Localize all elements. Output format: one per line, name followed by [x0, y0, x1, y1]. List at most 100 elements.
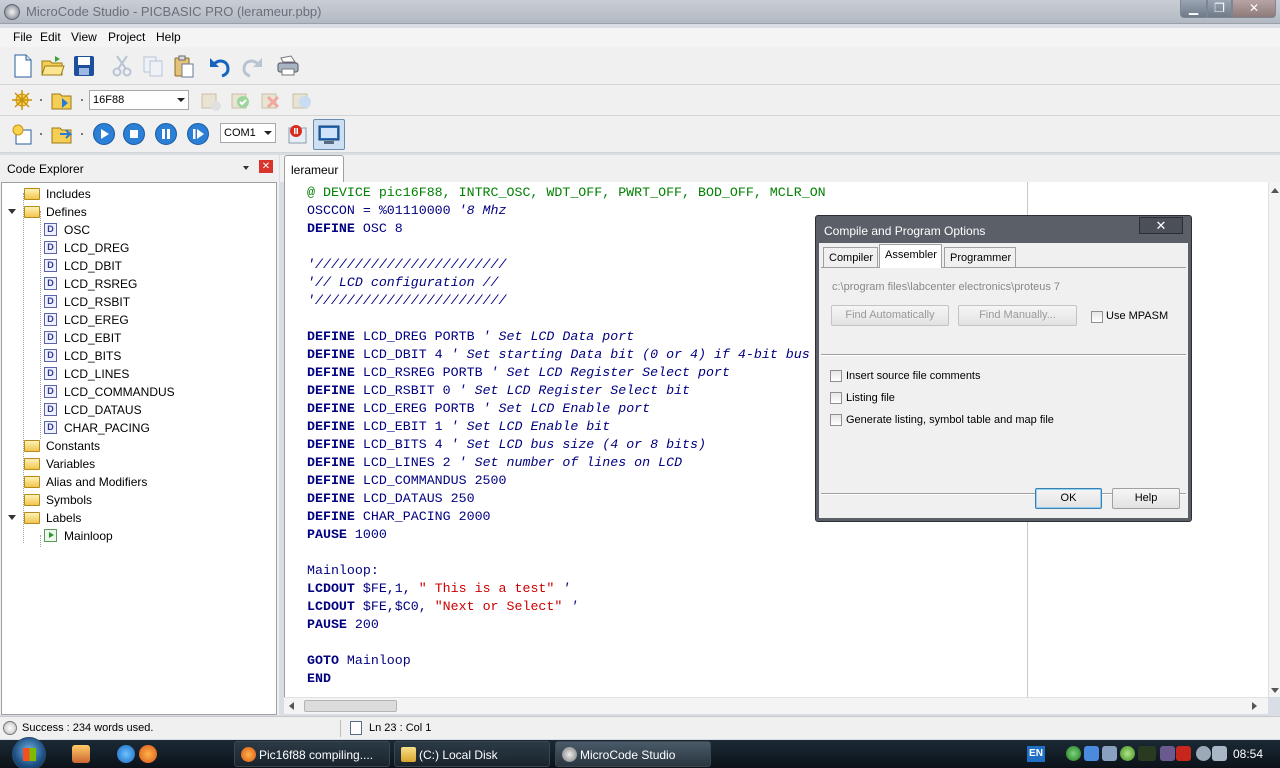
code-line[interactable]: DEFINE LCD_DREG PORTB ' Set LCD Data por…	[307, 328, 826, 346]
firefox-icon[interactable]	[139, 745, 157, 763]
taskbar-item-local-disk[interactable]: (C:) Local Disk	[394, 741, 550, 767]
language-indicator[interactable]: EN	[1027, 746, 1045, 762]
show-desktop-icon[interactable]	[72, 745, 90, 763]
scroll-down-icon[interactable]	[1271, 688, 1279, 693]
menu-help[interactable]: Help	[156, 30, 181, 44]
icd-stop-icon[interactable]	[286, 122, 310, 146]
tab-compiler[interactable]: Compiler	[823, 247, 879, 267]
close-window-button[interactable]: ✕	[1232, 0, 1276, 18]
close-panel-button[interactable]: ✕	[259, 160, 273, 173]
source-comments-checkbox[interactable]	[830, 370, 842, 382]
help-button[interactable]: Help	[1112, 488, 1180, 509]
menu-project[interactable]: Project	[108, 30, 145, 44]
code-line[interactable]: Mainloop:	[307, 562, 826, 580]
taskbar-item-firefox[interactable]: Pic16f88 compiling....	[234, 741, 390, 767]
find-automatically-button[interactable]: Find Automatically	[831, 305, 949, 326]
code-line[interactable]	[307, 238, 826, 256]
code-line[interactable]: LCDOUT $FE,1, " This is a test" '	[307, 580, 826, 598]
utorrent-icon[interactable]	[1066, 746, 1081, 761]
program-icon[interactable]	[259, 89, 283, 113]
code-line[interactable]: '// LCD configuration //	[307, 274, 826, 292]
new-project-icon[interactable]	[10, 88, 34, 112]
minimize-button[interactable]: ▁	[1180, 0, 1207, 18]
internet-explorer-icon[interactable]	[117, 745, 135, 763]
code-line[interactable]: GOTO Mainloop	[307, 652, 826, 670]
find-manually-button[interactable]: Find Manually...	[958, 305, 1077, 326]
ok-button[interactable]: OK	[1035, 488, 1102, 509]
code-line[interactable]	[307, 634, 826, 652]
stop-icon[interactable]	[122, 122, 146, 146]
run-icon[interactable]	[92, 122, 116, 146]
tab-assembler[interactable]: Assembler	[879, 244, 942, 268]
code-line[interactable]: DEFINE OSC 8	[307, 220, 826, 238]
code-line[interactable]: DEFINE CHAR_PACING 2000	[307, 508, 826, 526]
paste-icon[interactable]	[172, 54, 196, 78]
code-line[interactable]: '////////////////////////	[307, 292, 826, 310]
code-line[interactable]: DEFINE LCD_EBIT 1 ' Set LCD Enable bit	[307, 418, 826, 436]
code-line[interactable]: PAUSE 1000	[307, 526, 826, 544]
menu-file[interactable]: File	[13, 30, 32, 44]
icd-toggle-button[interactable]	[313, 119, 345, 150]
listing-file-checkbox[interactable]	[830, 392, 842, 404]
scroll-up-icon[interactable]	[1271, 188, 1279, 193]
redo-icon[interactable]	[240, 54, 264, 78]
volume-icon[interactable]	[1212, 746, 1227, 761]
code-line[interactable]: '////////////////////////	[307, 256, 826, 274]
tab-lerameur[interactable]: lerameur	[284, 155, 344, 182]
scroll-right-icon[interactable]	[1252, 702, 1257, 710]
code-line[interactable]: OSCCON = %01110000 '8 Mhz	[307, 202, 826, 220]
open-folder-icon[interactable]	[41, 54, 65, 78]
tab-programmer[interactable]: Programmer	[944, 247, 1017, 267]
vertical-scrollbar[interactable]	[1268, 182, 1280, 697]
cut-icon[interactable]	[110, 54, 134, 78]
tray-icon[interactable]	[1160, 746, 1175, 761]
code-line[interactable]: DEFINE LCD_EREG PORTB ' Set LCD Enable p…	[307, 400, 826, 418]
cpu-speed-icon[interactable]	[1138, 746, 1156, 761]
gear-icon[interactable]	[1120, 746, 1135, 761]
open-project-icon[interactable]	[50, 88, 74, 112]
menu-edit[interactable]: Edit	[40, 30, 61, 44]
undo-icon[interactable]	[208, 54, 232, 78]
code-line[interactable]: DEFINE LCD_LINES 2 ' Set number of lines…	[307, 454, 826, 472]
new-project-icon[interactable]	[10, 122, 34, 146]
verify-icon[interactable]	[290, 89, 314, 113]
code-line[interactable]: @ DEVICE pic16F88, INTRC_OSC, WDT_OFF, P…	[307, 184, 826, 202]
scroll-left-icon[interactable]	[289, 702, 294, 710]
maximize-button[interactable]: ❐	[1207, 0, 1232, 18]
code-line[interactable]: DEFINE LCD_DBIT 4 ' Set starting Data bi…	[307, 346, 826, 364]
new-file-icon[interactable]	[11, 54, 35, 78]
code-line[interactable]	[307, 310, 826, 328]
dialog-close-button[interactable]: ✕	[1139, 217, 1183, 234]
tray-icon[interactable]	[1084, 746, 1099, 761]
scroll-thumb[interactable]	[304, 700, 397, 712]
code-line[interactable]: DEFINE LCD_RSREG PORTB ' Set LCD Registe…	[307, 364, 826, 382]
code-line[interactable]: END	[307, 670, 826, 688]
load-icon[interactable]	[50, 122, 74, 146]
start-button[interactable]	[12, 737, 46, 768]
code-line[interactable]: DEFINE LCD_COMMANDUS 2500	[307, 472, 826, 490]
com-port-select[interactable]: COM1	[220, 123, 276, 143]
expand-icon[interactable]	[8, 209, 16, 214]
print-icon[interactable]	[276, 54, 300, 78]
horizontal-scrollbar[interactable]	[284, 697, 1268, 714]
save-icon[interactable]	[72, 54, 96, 78]
chevron-down-icon[interactable]	[243, 166, 249, 170]
taskbar-item-microcode[interactable]: MicroCode Studio	[555, 741, 711, 767]
code-line[interactable]: DEFINE LCD_RSBIT 0 ' Set LCD Register Se…	[307, 382, 826, 400]
use-mpasm-checkbox[interactable]	[1091, 311, 1103, 323]
expand-icon[interactable]	[8, 515, 16, 520]
network-icon[interactable]	[1196, 746, 1211, 761]
generate-listing-checkbox[interactable]	[830, 414, 842, 426]
menu-view[interactable]: View	[71, 30, 97, 44]
code-line[interactable]	[307, 544, 826, 562]
pause-icon[interactable]	[154, 122, 178, 146]
code-text[interactable]: @ DEVICE pic16F88, INTRC_OSC, WDT_OFF, P…	[307, 184, 826, 688]
step-icon[interactable]	[186, 122, 210, 146]
copy-icon[interactable]	[141, 54, 165, 78]
code-line[interactable]: LCDOUT $FE,$C0, "Next or Select" '	[307, 598, 826, 616]
compile-icon[interactable]	[199, 89, 223, 113]
code-line[interactable]: PAUSE 200	[307, 616, 826, 634]
compile-program-icon[interactable]	[229, 89, 253, 113]
ati-icon[interactable]	[1176, 746, 1191, 761]
code-line[interactable]: DEFINE LCD_BITS 4 ' Set LCD bus size (4 …	[307, 436, 826, 454]
